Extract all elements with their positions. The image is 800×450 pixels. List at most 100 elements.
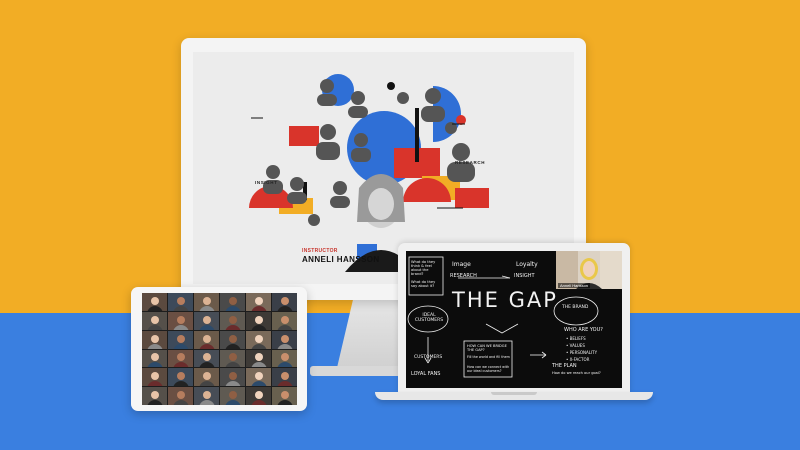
board-title: THE GAP [452, 288, 558, 312]
participant-video-tile[interactable] [272, 311, 297, 330]
participant-avatar [254, 296, 263, 305]
participant-video-tile[interactable] [246, 293, 271, 311]
participant-video-tile[interactable] [142, 330, 167, 349]
participant-body [250, 343, 267, 349]
participant-video-tile[interactable] [142, 387, 167, 405]
participant-video-tile[interactable] [220, 387, 245, 405]
speaker-name: ANNELI HANSSON [302, 255, 380, 264]
participant-body [198, 400, 215, 405]
participant-avatar [254, 334, 263, 343]
participant-video-tile[interactable] [272, 387, 297, 405]
participant-video-tile[interactable] [142, 368, 167, 387]
participant-video-tile[interactable] [168, 330, 193, 349]
participant-video-tile[interactable] [194, 330, 219, 349]
board-x-factor: • X-FACTOR [566, 357, 590, 362]
participant-video-tile[interactable] [272, 330, 297, 349]
board-what-say: What do they say about it? [411, 280, 436, 288]
board-who-are-you: WHO ARE YOU? [564, 327, 603, 333]
participant-body [276, 381, 293, 387]
participant-video-tile[interactable] [220, 330, 245, 349]
participant-video-tile[interactable] [272, 368, 297, 387]
participant-body [224, 305, 241, 311]
participant-video-tile[interactable] [168, 311, 193, 330]
participant-avatar [280, 315, 289, 324]
board-beliefs: • BELIEFS [566, 336, 586, 341]
board-customers: CUSTOMERS [414, 355, 443, 360]
participant-video-tile[interactable] [272, 349, 297, 368]
participant-body [198, 324, 215, 330]
participant-video-tile[interactable] [142, 311, 167, 330]
participant-body [224, 381, 241, 387]
tablet-device [131, 287, 307, 411]
participant-video-tile[interactable] [194, 349, 219, 368]
participant-body [172, 381, 189, 387]
participant-video-tile[interactable] [220, 293, 245, 311]
board-the-brand: THE BRAND [562, 305, 589, 310]
participant-video-tile[interactable] [194, 311, 219, 330]
participant-avatar [176, 372, 185, 381]
participant-body [146, 381, 163, 387]
participant-body [146, 305, 163, 311]
participant-body [224, 324, 241, 330]
webcam-name-label: Anneli Hansson [558, 283, 591, 288]
board-the-plan: THE PLAN [552, 363, 577, 369]
participant-avatar [150, 372, 159, 381]
participant-body [172, 400, 189, 405]
board-ideal-customers: IDEAL CUSTOMERS [414, 313, 444, 323]
participant-video-tile[interactable] [246, 330, 271, 349]
participant-video-tile[interactable] [168, 368, 193, 387]
participant-body [172, 324, 189, 330]
participant-video-tile[interactable] [194, 387, 219, 405]
participant-avatar [280, 334, 289, 343]
participant-video-tile[interactable] [168, 293, 193, 311]
participant-video-tile[interactable] [168, 349, 193, 368]
participant-video-tile[interactable] [220, 311, 245, 330]
participant-video-tile[interactable] [220, 349, 245, 368]
participant-body [172, 362, 189, 368]
participant-body [198, 305, 215, 311]
participant-avatar [228, 296, 237, 305]
participant-video-tile[interactable] [168, 387, 193, 405]
board-what-do-they: What do they think & feel about the bran… [411, 260, 436, 276]
participant-body [250, 362, 267, 368]
participant-avatar [280, 296, 289, 305]
participant-body [146, 362, 163, 368]
participant-body [224, 362, 241, 368]
board-loyalty: Loyalty [516, 261, 538, 268]
participant-video-tile[interactable] [246, 311, 271, 330]
participant-body [224, 400, 241, 405]
participant-avatar [254, 391, 263, 400]
participant-body [198, 343, 215, 349]
participant-avatar [176, 296, 185, 305]
participant-body [276, 362, 293, 368]
participant-video-tile[interactable] [142, 349, 167, 368]
participant-video-tile[interactable] [246, 368, 271, 387]
participant-video-tile[interactable] [194, 293, 219, 311]
participant-body [172, 343, 189, 349]
participant-video-tile[interactable] [246, 387, 271, 405]
participant-body [250, 381, 267, 387]
participant-avatar [150, 334, 159, 343]
participant-avatar [228, 372, 237, 381]
participant-avatar [280, 353, 289, 362]
participant-avatar [176, 391, 185, 400]
participant-video-tile[interactable] [194, 368, 219, 387]
participant-video-tile[interactable] [142, 293, 167, 311]
board-research: RESEARCH [450, 273, 477, 279]
participant-avatar [176, 315, 185, 324]
participant-body [250, 324, 267, 330]
participant-avatar [202, 334, 211, 343]
participant-avatar [202, 353, 211, 362]
participant-video-tile[interactable] [272, 293, 297, 311]
participant-avatar [202, 372, 211, 381]
board-how-reach: How do we reach our goal? [552, 371, 601, 375]
participant-body [250, 305, 267, 311]
participant-avatar [176, 334, 185, 343]
participant-avatar [254, 315, 263, 324]
participant-body [224, 343, 241, 349]
participant-body [146, 400, 163, 405]
participant-body [276, 400, 293, 405]
participant-video-tile[interactable] [220, 368, 245, 387]
participant-video-tile[interactable] [246, 349, 271, 368]
participant-avatar [150, 296, 159, 305]
